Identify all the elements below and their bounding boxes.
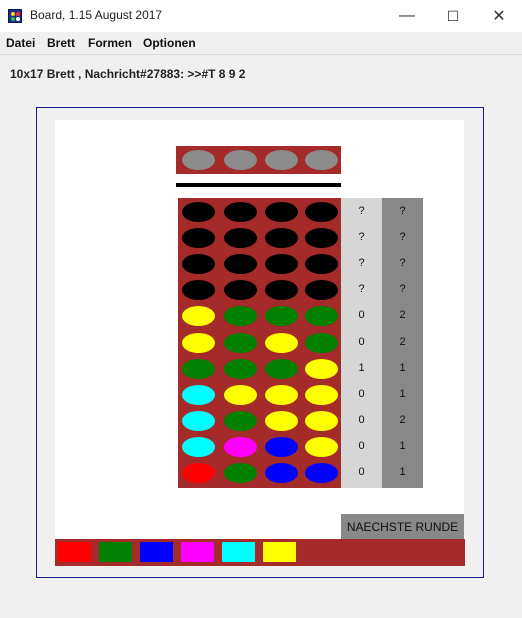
divider-line bbox=[176, 183, 341, 187]
hidden-peg[interactable] bbox=[182, 150, 215, 170]
menu-brett[interactable]: Brett bbox=[47, 36, 75, 50]
color-match-score: 2 bbox=[399, 336, 406, 348]
guess-peg[interactable] bbox=[182, 463, 215, 483]
status-message: 10x17 Brett , Nachricht#27883: >>#T 8 9 … bbox=[10, 67, 246, 81]
empty-hole[interactable] bbox=[182, 280, 215, 300]
empty-hole[interactable] bbox=[265, 228, 298, 248]
guess-peg[interactable] bbox=[305, 333, 338, 353]
exact-match-score: 0 bbox=[358, 440, 365, 452]
exact-match-score: 1 bbox=[358, 362, 365, 374]
hidden-peg[interactable] bbox=[224, 150, 257, 170]
guess-peg[interactable] bbox=[265, 411, 298, 431]
guess-peg[interactable] bbox=[265, 437, 298, 457]
empty-hole[interactable] bbox=[224, 202, 257, 222]
empty-hole[interactable] bbox=[305, 202, 338, 222]
menu-formen[interactable]: Formen bbox=[88, 36, 132, 50]
guess-peg[interactable] bbox=[224, 385, 257, 405]
guess-peg[interactable] bbox=[224, 359, 257, 379]
color-match-score: 1 bbox=[399, 388, 406, 400]
color-match-score: 1 bbox=[399, 440, 406, 452]
guess-peg[interactable] bbox=[182, 385, 215, 405]
hidden-peg[interactable] bbox=[265, 150, 298, 170]
guess-peg[interactable] bbox=[224, 411, 257, 431]
empty-hole[interactable] bbox=[224, 280, 257, 300]
color-match-score: ? bbox=[399, 257, 406, 269]
empty-hole[interactable] bbox=[182, 254, 215, 274]
palette-swatch[interactable] bbox=[263, 542, 296, 562]
exact-match-score: 0 bbox=[358, 336, 365, 348]
palette-swatch[interactable] bbox=[99, 542, 132, 562]
guess-peg[interactable] bbox=[182, 333, 215, 353]
hidden-peg[interactable] bbox=[305, 150, 338, 170]
next-round-button[interactable]: NAECHSTE RUNDE bbox=[341, 514, 464, 539]
empty-hole[interactable] bbox=[305, 228, 338, 248]
guess-peg[interactable] bbox=[182, 359, 215, 379]
empty-hole[interactable] bbox=[265, 202, 298, 222]
guess-peg[interactable] bbox=[265, 463, 298, 483]
guess-peg[interactable] bbox=[224, 333, 257, 353]
color-match-score: 2 bbox=[399, 414, 406, 426]
empty-hole[interactable] bbox=[305, 254, 338, 274]
guess-peg[interactable] bbox=[265, 306, 298, 326]
minimize-button[interactable]: — bbox=[384, 0, 430, 32]
exact-match-score: 0 bbox=[358, 388, 365, 400]
color-match-score: 1 bbox=[399, 466, 406, 478]
guess-peg[interactable] bbox=[305, 359, 338, 379]
guess-peg[interactable] bbox=[182, 306, 215, 326]
palette-swatch[interactable] bbox=[222, 542, 255, 562]
app-icon bbox=[8, 9, 22, 23]
guess-peg[interactable] bbox=[224, 437, 257, 457]
exact-match-score: 0 bbox=[358, 466, 365, 478]
exact-match-score: ? bbox=[358, 205, 365, 217]
color-match-score: ? bbox=[399, 205, 406, 217]
empty-hole[interactable] bbox=[265, 280, 298, 300]
exact-match-score: ? bbox=[358, 283, 365, 295]
menu-bar: Datei Brett Formen Optionen bbox=[0, 32, 522, 55]
palette-swatch[interactable] bbox=[58, 542, 91, 562]
title-bar: Board, 1.15 August 2017 — ☐ ✕ bbox=[0, 0, 522, 32]
color-match-score: ? bbox=[399, 231, 406, 243]
empty-hole[interactable] bbox=[182, 228, 215, 248]
close-button[interactable]: ✕ bbox=[476, 0, 522, 32]
exact-match-score: 0 bbox=[358, 309, 365, 321]
palette-swatch[interactable] bbox=[140, 542, 173, 562]
maximize-button[interactable]: ☐ bbox=[430, 0, 476, 32]
empty-hole[interactable] bbox=[305, 280, 338, 300]
guess-peg[interactable] bbox=[305, 306, 338, 326]
guess-peg[interactable] bbox=[265, 359, 298, 379]
guess-peg[interactable] bbox=[305, 437, 338, 457]
palette-swatch[interactable] bbox=[181, 542, 214, 562]
guess-peg[interactable] bbox=[182, 411, 215, 431]
guess-peg[interactable] bbox=[224, 463, 257, 483]
guess-peg[interactable] bbox=[182, 437, 215, 457]
empty-hole[interactable] bbox=[224, 254, 257, 274]
color-match-score: 1 bbox=[399, 362, 406, 374]
exact-match-score: ? bbox=[358, 231, 365, 243]
guess-peg[interactable] bbox=[224, 306, 257, 326]
empty-hole[interactable] bbox=[182, 202, 215, 222]
color-match-score: ? bbox=[399, 283, 406, 295]
color-match-score: 2 bbox=[399, 309, 406, 321]
window-title: Board, 1.15 August 2017 bbox=[30, 8, 163, 22]
guess-peg[interactable] bbox=[305, 411, 338, 431]
menu-datei[interactable]: Datei bbox=[6, 36, 35, 50]
menu-optionen[interactable]: Optionen bbox=[143, 36, 196, 50]
guess-peg[interactable] bbox=[265, 385, 298, 405]
guess-peg[interactable] bbox=[305, 463, 338, 483]
guess-peg[interactable] bbox=[265, 333, 298, 353]
exact-match-score: 0 bbox=[358, 414, 365, 426]
guess-peg[interactable] bbox=[305, 385, 338, 405]
exact-match-score: ? bbox=[358, 257, 365, 269]
empty-hole[interactable] bbox=[265, 254, 298, 274]
empty-hole[interactable] bbox=[224, 228, 257, 248]
